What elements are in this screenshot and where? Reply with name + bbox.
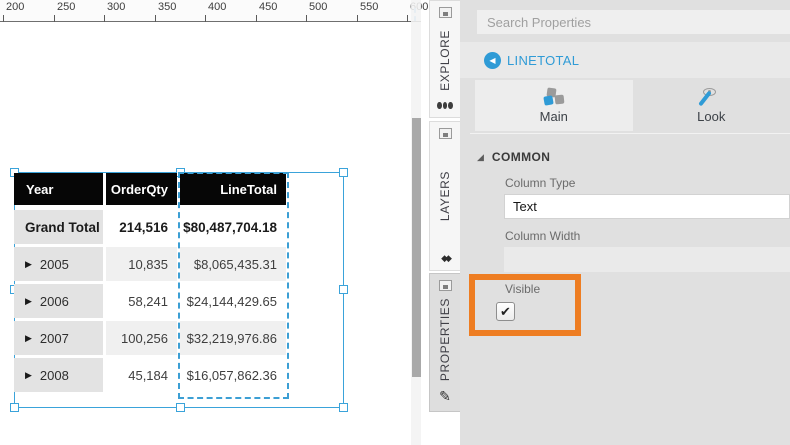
visible-label: Visible [505, 282, 540, 296]
year-value: 2007 [40, 331, 69, 346]
qty-cell[interactable]: 45,184 [106, 358, 177, 392]
side-tab-strip: EXPLORE LAYERS ◆◆ PROPERTIES ✎ [429, 0, 460, 445]
resize-handle[interactable] [10, 403, 19, 412]
qty-cell[interactable]: 10,835 [106, 247, 177, 281]
resize-handle[interactable] [339, 285, 348, 294]
search-properties-input[interactable] [477, 10, 790, 34]
puzzle-icon [543, 88, 565, 106]
panel-window-icon [439, 280, 452, 291]
layers-diamonds-icon: ◆◆ [441, 253, 449, 264]
expand-row-icon[interactable]: ▶ [25, 333, 32, 344]
tab-look-label: Look [697, 109, 725, 124]
tab-main-label: Main [540, 109, 568, 124]
year-cell[interactable]: ▶ 2008 [14, 358, 103, 392]
tab-label: LAYERS [438, 171, 452, 221]
column-header-year[interactable]: Year [14, 173, 103, 205]
expand-row-icon[interactable]: ▶ [25, 259, 32, 270]
selected-object-name: LINETOTAL [507, 53, 579, 68]
year-cell[interactable]: ▶ 2005 [14, 247, 103, 281]
eye-brush-icon [700, 88, 722, 106]
panel-window-icon [439, 128, 452, 139]
properties-pen-icon: ✎ [439, 388, 451, 405]
year-value: 2008 [40, 368, 69, 383]
divider [470, 133, 790, 134]
resize-handle[interactable] [176, 403, 185, 412]
year-value: 2005 [40, 257, 69, 272]
column-width-field[interactable] [504, 247, 790, 272]
tab-explore[interactable]: EXPLORE [429, 0, 460, 118]
grand-total-label-cell[interactable]: Grand Total [14, 210, 103, 244]
expand-row-icon[interactable]: ▶ [25, 370, 32, 381]
selected-object-row: ◀ LINETOTAL [460, 42, 790, 78]
qty-cell[interactable]: 58,241 [106, 284, 177, 318]
column-width-label: Column Width [505, 229, 580, 243]
property-tab-bar: Main Look [475, 80, 790, 131]
tab-look[interactable]: Look [633, 80, 790, 131]
design-canvas: 200 250 300 350 400 450 500 550 600 Year… [0, 0, 421, 445]
visible-checkbox[interactable]: ✔ [496, 302, 515, 321]
tab-label: PROPERTIES [438, 298, 452, 381]
tab-layers[interactable]: LAYERS ◆◆ [429, 121, 460, 271]
section-common-header[interactable]: ◢ COMMON [477, 150, 550, 164]
column-header-orderqty[interactable]: OrderQty [106, 173, 177, 205]
resize-handle[interactable] [339, 403, 348, 412]
canvas-vertical-scrollbar[interactable] [411, 0, 421, 445]
tab-properties[interactable]: PROPERTIES ✎ [429, 273, 460, 412]
properties-panel: ◀ LINETOTAL Main Look ◢ COMMON Column Ty… [460, 0, 790, 445]
resize-handle[interactable] [339, 168, 348, 177]
column-type-field[interactable] [504, 194, 790, 219]
tab-main[interactable]: Main [475, 80, 633, 131]
section-expander-icon[interactable]: ◢ [477, 152, 484, 163]
column-type-label: Column Type [505, 176, 575, 190]
qty-cell[interactable]: 100,256 [106, 321, 177, 355]
explore-film-icon [437, 102, 453, 109]
scrollbar-thumb[interactable] [412, 118, 421, 377]
expand-row-icon[interactable]: ▶ [25, 296, 32, 307]
year-value: 2006 [40, 294, 69, 309]
horizontal-ruler: 200 250 300 350 400 450 500 550 600 [0, 0, 421, 22]
year-cell[interactable]: ▶ 2007 [14, 321, 103, 355]
grand-total-qty-cell[interactable]: 214,516 [106, 210, 177, 244]
panel-window-icon [439, 7, 452, 18]
tab-label: EXPLORE [438, 30, 452, 91]
section-title: COMMON [492, 150, 550, 164]
year-cell[interactable]: ▶ 2006 [14, 284, 103, 318]
back-icon[interactable]: ◀ [484, 52, 501, 69]
linetotal-column-selection [178, 172, 289, 399]
